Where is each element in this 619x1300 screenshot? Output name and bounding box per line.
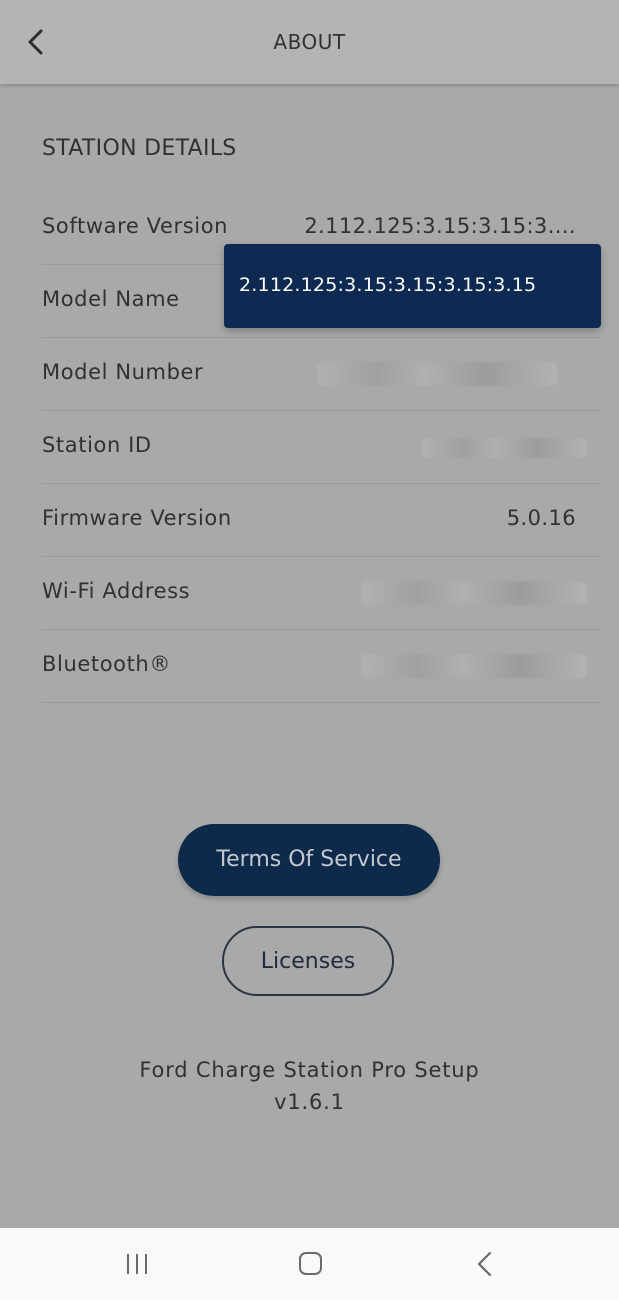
tooltip-text: 2.112.125:3.15:3.15:3.15:3.15 (239, 274, 537, 296)
detail-label: Software Version (42, 214, 229, 238)
redacted-value (361, 581, 587, 605)
detail-value: 5.0.16 (506, 506, 576, 530)
app-bar: ABOUT (0, 0, 619, 84)
detail-label: Model Name (42, 287, 180, 311)
detail-row-model-number[interactable]: Model Number (42, 338, 601, 411)
redacted-value (317, 362, 557, 386)
detail-row-firmware-version[interactable]: Firmware Version 5.0.16 (42, 484, 601, 557)
home-button[interactable] (290, 1248, 330, 1280)
detail-label: Firmware Version (42, 506, 232, 530)
section-title: STATION DETAILS (42, 136, 237, 161)
detail-value: 2.112.125:3.15:3.15:3.... (304, 214, 576, 238)
recents-icon (127, 1254, 147, 1274)
redacted-value (361, 654, 587, 678)
redacted-value (421, 438, 587, 458)
detail-row-bluetooth[interactable]: Bluetooth® (42, 630, 601, 703)
licenses-button[interactable]: Licenses (222, 926, 394, 996)
detail-label: Station ID (42, 433, 152, 457)
detail-row-wifi-address[interactable]: Wi-Fi Address (42, 557, 601, 630)
detail-row-station-id[interactable]: Station ID (42, 411, 601, 484)
home-icon (299, 1252, 322, 1275)
app-name: Ford Charge Station Pro Setup (139, 1058, 480, 1082)
app-version: v1.6.1 (274, 1090, 345, 1114)
software-version-tooltip: 2.112.125:3.15:3.15:3.15:3.15 (224, 244, 601, 328)
detail-label: Wi-Fi Address (42, 579, 191, 603)
recents-button[interactable] (117, 1248, 157, 1280)
terms-of-service-button[interactable]: Terms Of Service (178, 824, 440, 896)
system-nav-bar (0, 1228, 619, 1300)
nav-back-button[interactable] (465, 1248, 505, 1280)
detail-label: Model Number (42, 360, 204, 384)
detail-label: Bluetooth® (42, 652, 171, 676)
page-title: ABOUT (273, 30, 346, 54)
back-icon (477, 1251, 492, 1277)
